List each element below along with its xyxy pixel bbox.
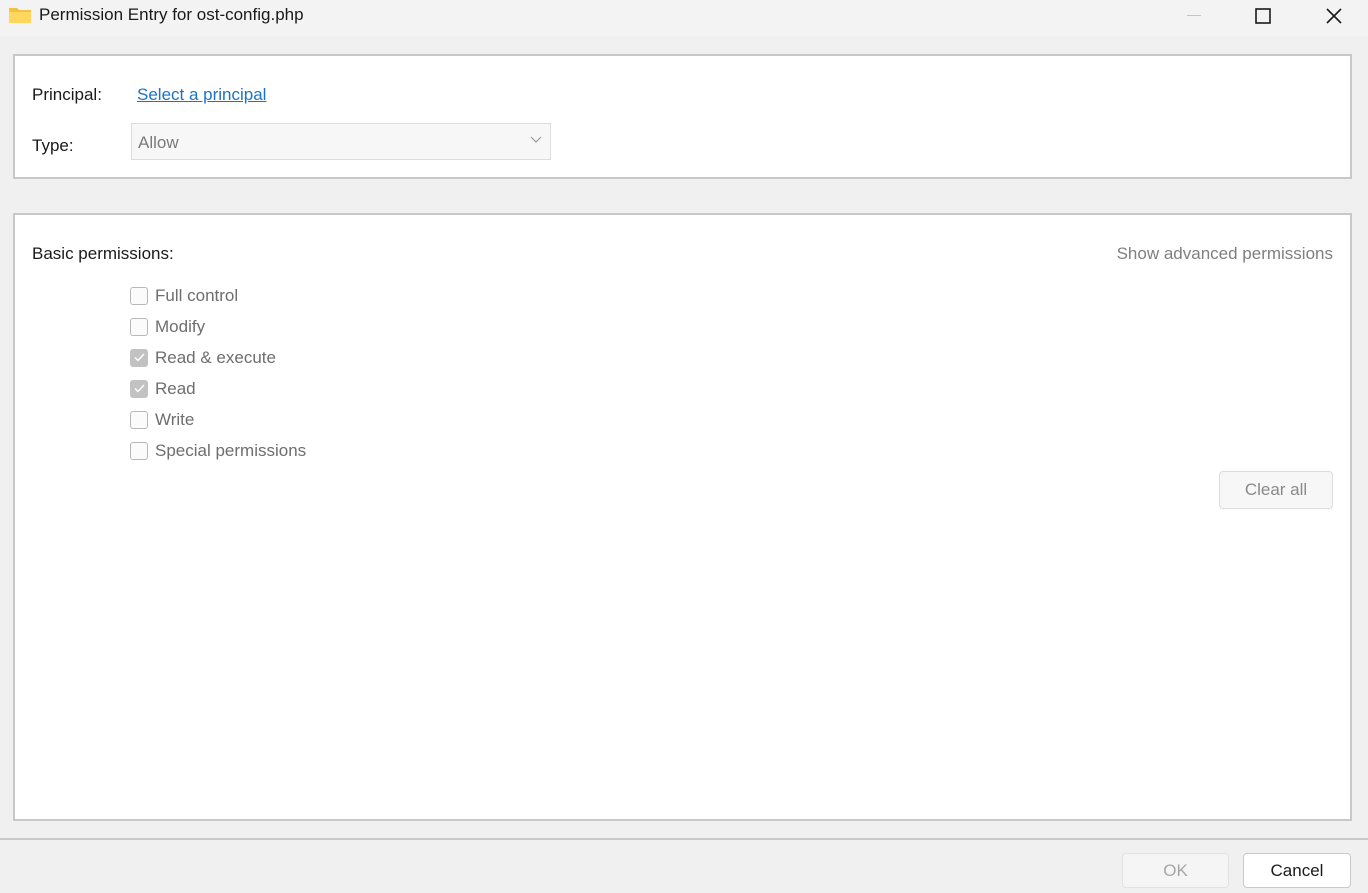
checkmark-icon: [134, 384, 145, 393]
ok-button[interactable]: OK: [1122, 853, 1229, 888]
footer-divider: [0, 838, 1368, 840]
permission-checkbox[interactable]: [130, 286, 148, 305]
permission-checkbox[interactable]: [130, 441, 148, 460]
permission-label: Modify: [155, 316, 206, 336]
permission-checkbox[interactable]: [130, 410, 148, 429]
permission-label: Read: [155, 378, 196, 398]
minimize-button[interactable]: [1171, 0, 1217, 32]
principal-label: Principal:: [32, 85, 102, 104]
permission-row[interactable]: Write: [130, 404, 306, 435]
permission-label: Full control: [155, 285, 239, 305]
permission-list: Full control Modify Read & execute Read Writ…: [130, 280, 306, 466]
permission-row[interactable]: Read: [130, 373, 306, 404]
permissions-panel: Basic permissions: Show advanced permiss…: [13, 213, 1352, 821]
show-advanced-permissions-link[interactable]: Show advanced permissions: [1117, 244, 1333, 264]
permission-label: Special permissions: [155, 440, 307, 460]
permission-checkbox[interactable]: [130, 379, 148, 398]
checkmark-icon: [134, 353, 145, 362]
cancel-button[interactable]: Cancel: [1243, 853, 1351, 888]
permission-checkbox[interactable]: [130, 348, 148, 367]
permission-label: Read & execute: [155, 347, 276, 367]
type-selected-value: Allow: [138, 133, 179, 152]
chevron-down-icon: [530, 136, 542, 143]
close-icon: [1326, 8, 1342, 24]
permission-label: Write: [155, 409, 195, 429]
minimize-icon: [1187, 15, 1201, 16]
type-label: Type:: [32, 136, 74, 155]
basic-permissions-label: Basic permissions:: [32, 244, 174, 263]
permission-row[interactable]: Special permissions: [130, 435, 306, 466]
maximize-icon: [1255, 8, 1271, 24]
title-bar: Permission Entry for ost-config.php: [0, 0, 1368, 36]
type-dropdown[interactable]: Allow: [131, 123, 551, 160]
permission-row[interactable]: Full control: [130, 280, 306, 311]
close-button[interactable]: [1311, 0, 1357, 32]
folder-icon: [9, 8, 31, 23]
permission-row[interactable]: Read & execute: [130, 342, 306, 373]
permission-checkbox[interactable]: [130, 317, 148, 336]
principal-panel: Principal: Select a principal Type: Allo…: [13, 54, 1352, 179]
permission-row[interactable]: Modify: [130, 311, 306, 342]
clear-all-button[interactable]: Clear all: [1219, 471, 1333, 509]
window-title: Permission Entry for ost-config.php: [39, 5, 304, 24]
select-principal-link[interactable]: Select a principal: [137, 85, 266, 105]
maximize-button[interactable]: [1240, 0, 1286, 32]
